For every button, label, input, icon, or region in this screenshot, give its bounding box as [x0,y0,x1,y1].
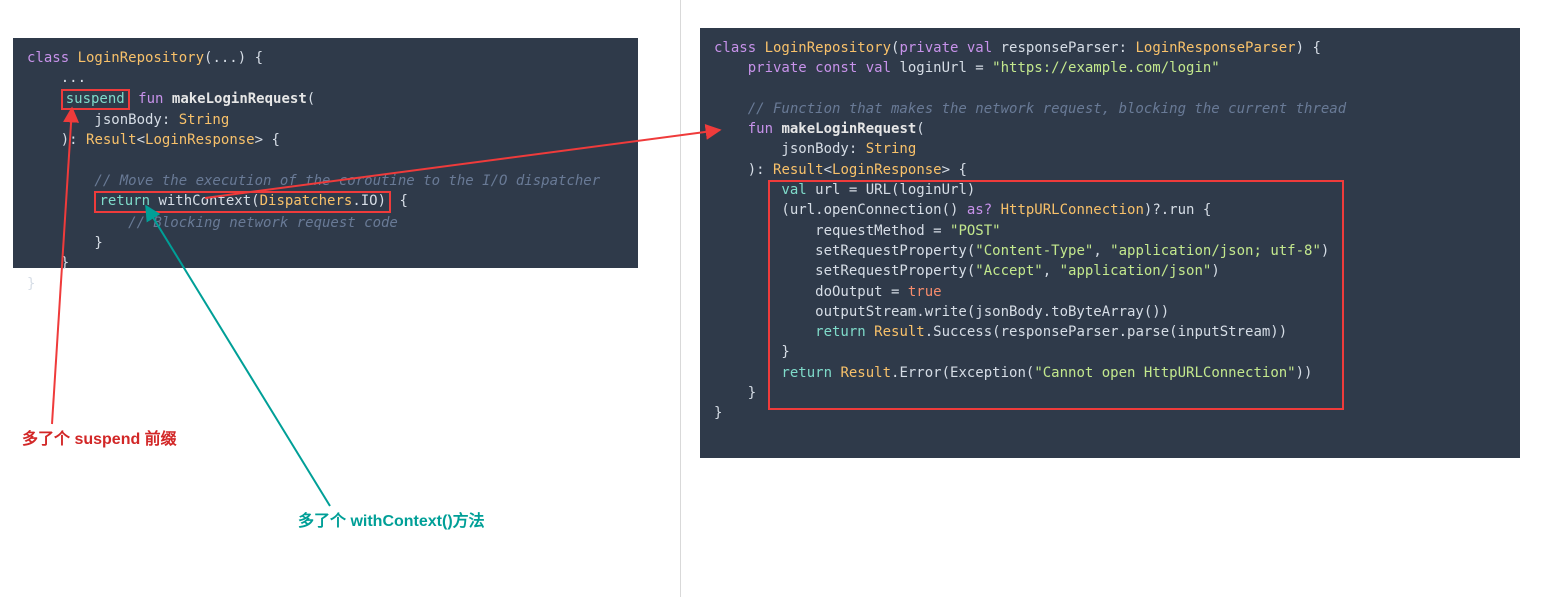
code-token: withContext( [158,193,259,209]
right-body-highlight-box [768,180,1344,410]
code-token: fun [130,91,172,107]
code-token: jsonBody: [27,112,179,128]
code-comment: // Blocking network request code [27,215,398,231]
code-token: suspend [66,91,125,107]
code-token: LoginRepository [765,40,891,56]
code-token: ): [27,132,86,148]
code-token: ): [714,162,773,178]
suspend-annotation-label: 多了个 suspend 前缀 [22,428,177,451]
code-token: LoginRepository [78,50,204,66]
code-token: LoginResponseParser [1135,40,1295,56]
code-token: } [27,276,35,292]
code-token: { [391,193,408,209]
code-token: LoginResponse [145,132,255,148]
code-token: loginUrl = [899,60,992,76]
code-token: String [866,141,917,157]
code-token: } [714,385,756,401]
code-token: makeLoginRequest [172,91,307,107]
code-token: Result [86,132,137,148]
code-token: } [714,405,722,421]
withcontext-annotation-label: 多了个 withContext()方法 [298,510,485,533]
code-token: LoginResponse [832,162,942,178]
code-token: fun [714,121,781,137]
code-token: makeLoginRequest [781,121,916,137]
code-token: Dispatchers [260,193,353,209]
code-token: > { [255,132,280,148]
code-token: String [179,112,230,128]
suspend-highlight-box: suspend [61,89,130,111]
code-token: private val [899,40,1000,56]
code-token: private const val [714,60,899,76]
code-token: ( [916,121,924,137]
withcontext-highlight-box: return withContext(Dispatchers.IO) [94,191,391,213]
code-token: return [99,193,158,209]
code-token: (...) { [204,50,263,66]
code-comment: // Move the execution of the coroutine t… [27,173,600,189]
code-token: jsonBody: [714,141,866,157]
code-token: < [137,132,145,148]
code-token: > { [942,162,967,178]
vertical-divider [680,0,681,597]
code-token: ) { [1296,40,1321,56]
code-comment: // Function that makes the network reque… [714,101,1346,117]
code-token: class [714,40,765,56]
code-token: ... [27,70,86,86]
code-token: .IO) [352,193,386,209]
code-token: } [27,255,69,271]
left-code-block: class LoginRepository(...) { ... suspend… [13,38,638,268]
code-token: "https://example.com/login" [992,60,1220,76]
code-token: responseParser: [1001,40,1136,56]
code-token: ( [307,91,315,107]
code-token: class [27,50,78,66]
diagram-stage: class LoginRepository(...) { ... suspend… [0,0,1549,597]
code-token: < [824,162,832,178]
code-token: } [27,235,103,251]
code-token: Result [773,162,824,178]
